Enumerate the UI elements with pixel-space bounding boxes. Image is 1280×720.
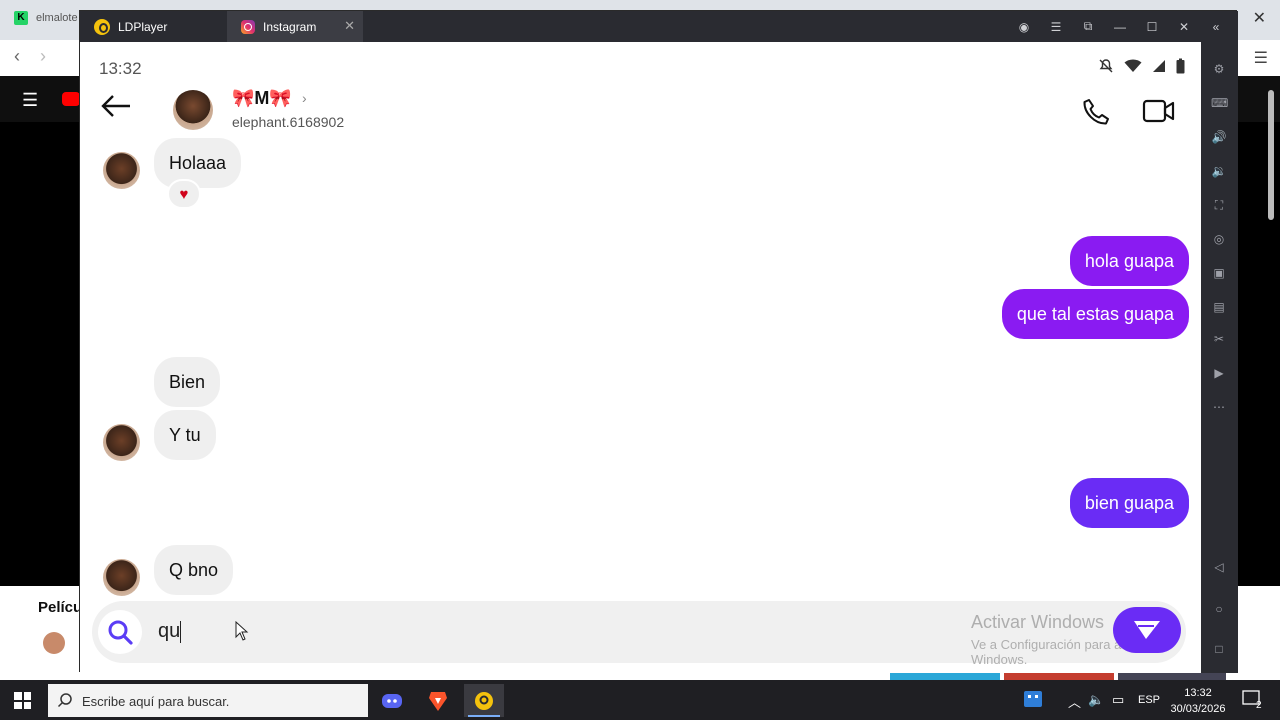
record-icon[interactable]: ▶ — [1211, 366, 1227, 380]
collapse-sidebar-icon[interactable]: « — [1200, 20, 1232, 34]
youtube-section-title: Pelícu — [38, 599, 83, 616]
message-incoming[interactable]: Y tu — [154, 410, 216, 460]
menu-icon[interactable]: ☰ — [1040, 20, 1072, 34]
windows-start-icon[interactable] — [14, 692, 31, 709]
search-icon — [57, 692, 73, 713]
tab-instagram[interactable]: Instagram ✕ — [227, 11, 363, 42]
android-recents-icon[interactable]: □ — [1211, 642, 1227, 656]
message-input[interactable]: qu — [158, 620, 458, 643]
show-hidden-icons-icon[interactable]: ︿ — [1068, 692, 1081, 711]
youtube-menu-icon[interactable]: ☰ — [22, 90, 38, 111]
phone-call-icon[interactable] — [1081, 97, 1111, 132]
message-input-value: qu — [158, 620, 181, 642]
browser-menu-icon[interactable]: ☰ — [1254, 48, 1268, 68]
android-back-icon[interactable]: ◁ — [1211, 560, 1227, 574]
maximize-icon[interactable]: ☐ — [1136, 20, 1168, 34]
contact-avatar[interactable] — [173, 90, 213, 130]
taskbar-clock[interactable]: 13:32 30/03/2026 — [1170, 685, 1226, 717]
signal-icon — [1152, 59, 1166, 76]
clock-time: 13:32 — [1184, 687, 1212, 699]
keyboard-mapping-icon[interactable]: ⌨ — [1211, 96, 1228, 110]
mute-icon — [1098, 58, 1114, 77]
tab-close-icon[interactable]: ✕ — [344, 18, 355, 34]
window-controls: ◉ ☰ ⧉ — ☐ ✕ « — [1008, 11, 1232, 42]
youtube-logo-icon[interactable] — [62, 92, 80, 106]
account-icon[interactable]: ◉ — [1008, 20, 1040, 34]
scissors-icon[interactable]: ✂ — [1211, 332, 1227, 346]
mouse-cursor-icon — [235, 620, 249, 646]
channel-avatar[interactable] — [43, 632, 65, 654]
ldplayer-titlebar: LDPlayer Instagram ✕ ◉ ☰ ⧉ — ☐ ✕ « — [80, 11, 1238, 42]
browser-close-icon[interactable]: ✕ — [1253, 8, 1266, 28]
tab-label: LDPlayer — [118, 19, 168, 34]
ldplayer-logo-icon — [94, 18, 110, 35]
text-caret — [180, 620, 182, 643]
message-outgoing[interactable]: hola guapa — [1069, 236, 1189, 286]
browser-forward-icon[interactable]: › — [40, 46, 46, 67]
battery-icon — [1176, 58, 1185, 77]
status-time: 13:32 — [99, 59, 142, 78]
message-incoming[interactable]: Q bno — [154, 545, 234, 595]
message-outgoing[interactable]: bien guapa — [1069, 478, 1189, 528]
restore-layout-icon[interactable]: ⧉ — [1072, 19, 1104, 34]
apk-install-icon[interactable]: ▤ — [1211, 300, 1227, 314]
notification-count-badge: 2 — [1256, 700, 1262, 711]
heart-reaction-icon[interactable]: ♥ — [167, 179, 201, 209]
tab-label: Instagram — [263, 19, 317, 34]
android-home-icon[interactable]: ○ — [1211, 602, 1227, 616]
active-app-indicator — [468, 715, 500, 717]
site-favicon-icon: K — [14, 11, 28, 25]
volume-icon[interactable]: 🔈 — [1088, 692, 1104, 708]
contact-name[interactable]: 🎀M🎀 — [232, 88, 292, 109]
contact-username[interactable]: elephant.6168902 — [232, 114, 344, 130]
windows-activation-watermark-title: Activar Windows — [971, 612, 1105, 632]
input-language[interactable]: ESP — [1138, 694, 1160, 706]
send-button[interactable] — [1113, 607, 1181, 653]
search-icon[interactable] — [98, 610, 142, 654]
wifi-icon — [1124, 59, 1142, 76]
send-icon — [1134, 621, 1160, 639]
ldplayer-app-icon[interactable] — [464, 684, 504, 717]
browser-back-icon[interactable]: ‹ — [14, 46, 20, 67]
tray-app-icon[interactable] — [1024, 691, 1042, 710]
video-call-icon[interactable] — [1142, 96, 1176, 131]
brave-browser-icon[interactable] — [418, 684, 458, 717]
network-icon[interactable]: ▭ — [1112, 692, 1124, 708]
screenshot-icon[interactable]: ▣ — [1211, 266, 1227, 280]
settings-icon[interactable]: ⚙ — [1211, 62, 1227, 76]
tab-ldplayer[interactable]: LDPlayer — [80, 11, 226, 42]
volume-up-icon[interactable]: 🔊 — [1211, 130, 1227, 144]
android-screen: 13:32 🎀M🎀 › elephant.6168902 Holaaa ♥ ho… — [80, 42, 1201, 673]
sender-avatar[interactable] — [103, 424, 140, 461]
taskbar-search-placeholder: Escribe aquí para buscar. — [82, 694, 230, 709]
minimize-icon[interactable]: — — [1104, 20, 1136, 34]
fullscreen-icon[interactable]: ⛶ — [1211, 198, 1227, 212]
windows-taskbar: Escribe aquí para buscar. ︿ 🔈 ▭ ESP 13:3… — [0, 680, 1280, 720]
taskbar-search-box[interactable]: Escribe aquí para buscar. — [48, 684, 368, 717]
status-icons — [1098, 58, 1185, 77]
close-icon[interactable]: ✕ — [1168, 20, 1200, 34]
sender-avatar[interactable] — [103, 152, 140, 189]
back-arrow-icon[interactable] — [100, 94, 132, 123]
message-outgoing[interactable]: que tal estas guapa — [1001, 289, 1189, 339]
ldplayer-side-toolbar: ⚙ ⌨ 🔊 🔉 ⛶ ◎ ▣ ▤ ✂ ▶ ⋯ ◁ ○ □ — [1201, 42, 1238, 673]
browser-scrollbar[interactable] — [1268, 90, 1274, 220]
sender-avatar[interactable] — [103, 559, 140, 596]
discord-app-icon[interactable] — [372, 684, 412, 717]
volume-down-icon[interactable]: 🔉 — [1211, 164, 1227, 178]
chevron-right-icon[interactable]: › — [302, 90, 307, 106]
message-incoming[interactable]: Bien — [154, 357, 221, 407]
message-incoming[interactable]: Holaaa — [154, 138, 242, 188]
ldplayer-window: LDPlayer Instagram ✕ ◉ ☰ ⧉ — ☐ ✕ « 13:32 — [79, 10, 1238, 673]
location-icon[interactable]: ◎ — [1211, 232, 1227, 246]
clock-date: 30/03/2026 — [1170, 703, 1226, 715]
more-icon[interactable]: ⋯ — [1211, 400, 1227, 414]
browser-tab-label[interactable]: elmalote — [36, 12, 78, 24]
instagram-icon — [241, 19, 255, 34]
